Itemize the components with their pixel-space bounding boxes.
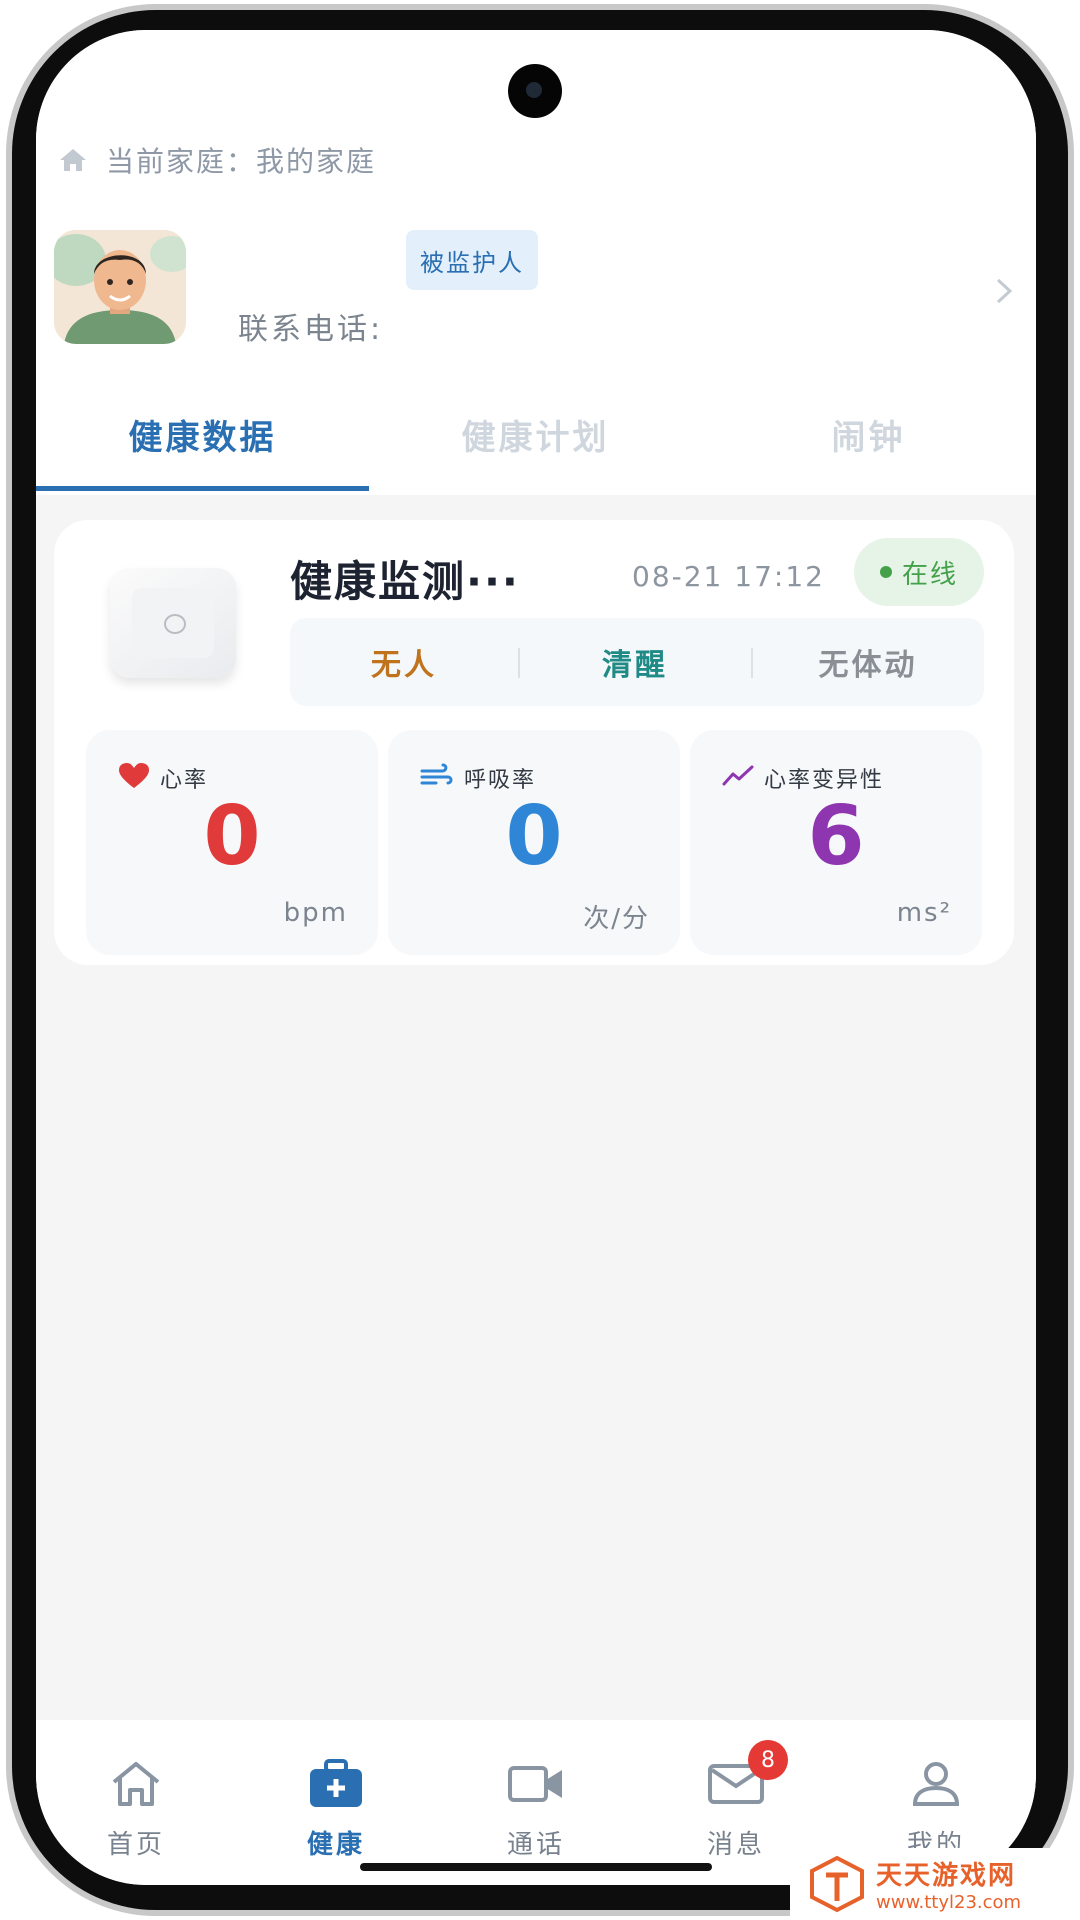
respiration-rate-value: 0 — [505, 789, 563, 884]
contact-phone-label: 联系电话: — [238, 312, 384, 347]
site-watermark: 天天游戏网 www.ttyl23.com — [790, 1848, 1080, 1920]
person-icon — [836, 1758, 1036, 1810]
device-image — [110, 568, 236, 678]
divider — [518, 648, 520, 678]
watermark-logo-icon — [808, 1855, 866, 1913]
online-status-text: 在线 — [901, 559, 958, 590]
online-status-badge: 在线 — [854, 538, 984, 606]
nav-call[interactable]: 通话 — [436, 1758, 636, 1861]
hrv-unit: ms² — [896, 898, 952, 928]
motion-state: 无体动 — [818, 648, 918, 683]
metric-hrv[interactable]: 心率变异性 6 ms² — [690, 730, 982, 955]
metric-label: 心率 — [160, 768, 209, 793]
role-badge: 被监护人 — [406, 230, 538, 290]
current-family-label: 当前家庭：我的家庭 — [106, 145, 377, 178]
watermark-url: www.ttyl23.com — [876, 1892, 1022, 1913]
front-camera — [508, 64, 562, 118]
nav-label: 通话 — [506, 1830, 565, 1860]
unread-badge: 8 — [748, 1740, 788, 1780]
tab-health-plan[interactable]: 健康计划 — [369, 410, 702, 459]
heart-rate-unit: bpm — [283, 898, 348, 928]
metric-heart-rate[interactable]: 心率 0 bpm — [86, 730, 378, 955]
nav-health[interactable]: 健康 — [236, 1758, 436, 1861]
sleep-state: 清醒 — [602, 648, 668, 683]
online-dot-icon — [879, 566, 892, 578]
nav-label: 首页 — [106, 1830, 165, 1860]
presence-state: 无人 — [371, 648, 437, 683]
respiration-rate-unit: 次/分 — [583, 904, 650, 934]
hrv-value: 6 — [807, 789, 865, 884]
divider — [751, 648, 753, 678]
active-tab-indicator — [36, 486, 369, 491]
video-call-icon — [436, 1758, 636, 1810]
home-indicator — [360, 1863, 712, 1871]
mail-icon: 8 — [636, 1740, 836, 1810]
nav-label: 健康 — [306, 1830, 365, 1860]
device-state-bar: 无人 清醒 无体动 — [290, 618, 984, 706]
watermark-title: 天天游戏网 — [876, 1861, 1017, 1891]
device-card[interactable]: 健康监测··· 08-21 17:12 在线 无人 清醒 无体动 心率 0 bp… — [54, 520, 1014, 965]
chevron-right-icon[interactable] — [994, 276, 1014, 310]
app-screen: 当前家庭：我的家庭 被监护人 联系电话: 健康数据 健康计划 闹钟 健康监测··… — [36, 30, 1036, 1885]
home-icon — [36, 1758, 236, 1810]
wind-icon — [420, 763, 454, 793]
home-icon — [58, 147, 88, 173]
tab-alarm[interactable]: 闹钟 — [702, 410, 1035, 459]
device-update-time: 08-21 17:12 — [632, 560, 825, 593]
nav-home[interactable]: 首页 — [36, 1758, 236, 1861]
nav-profile[interactable]: 我的 — [836, 1758, 1036, 1861]
tab-bar: 健康数据 健康计划 闹钟 — [36, 410, 1036, 495]
nav-messages[interactable]: 8 消息 — [636, 1740, 836, 1861]
heart-rate-value: 0 — [203, 789, 261, 884]
avatar[interactable] — [54, 230, 186, 344]
device-name: 健康监测··· — [290, 557, 520, 606]
heart-icon — [118, 762, 150, 794]
trend-icon — [722, 764, 754, 792]
metric-respiration-rate[interactable]: 呼吸率 0 次/分 — [388, 730, 680, 955]
current-family-row[interactable]: 当前家庭：我的家庭 — [58, 140, 376, 180]
tab-health-data[interactable]: 健康数据 — [36, 410, 369, 459]
medical-kit-icon — [236, 1758, 436, 1810]
profile-card[interactable]: 被监护人 联系电话: — [54, 230, 1014, 350]
